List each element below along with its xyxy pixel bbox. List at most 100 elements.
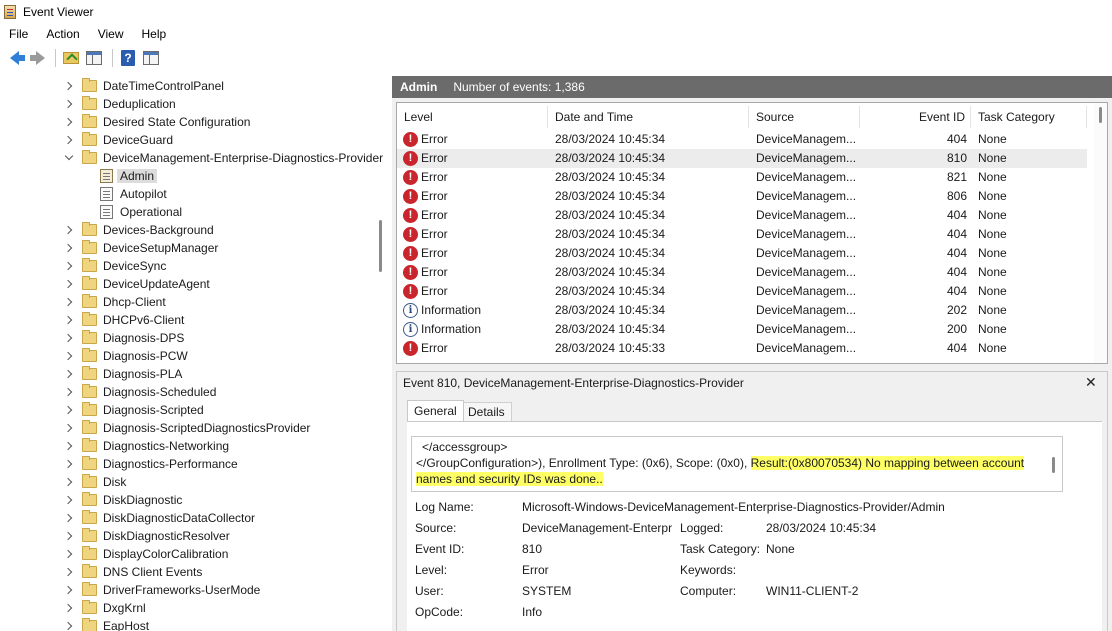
show-hide-console-tree-button[interactable] — [84, 48, 104, 68]
tree-item[interactable]: DiskDiagnosticDataCollector — [63, 509, 255, 527]
tree-item[interactable]: DxgKrnl — [63, 599, 146, 617]
tree-item[interactable]: DNS Client Events — [63, 563, 202, 581]
description-scrollbar-thumb[interactable] — [1052, 457, 1055, 473]
tree-item[interactable]: Operational — [100, 203, 182, 221]
chevron-right-icon[interactable] — [63, 135, 73, 145]
event-row[interactable]: ! Error 28/03/2024 10:45:34 DeviceManagem..… — [397, 282, 1087, 301]
chevron-right-icon[interactable] — [63, 513, 73, 523]
tree-item[interactable]: DHCPv6-Client — [63, 311, 184, 329]
chevron-down-icon[interactable] — [64, 151, 74, 161]
chevron-right-icon[interactable] — [63, 621, 73, 631]
event-list-scrollbar-thumb[interactable] — [1099, 107, 1102, 123]
column-header-event-id[interactable]: Event ID — [860, 106, 971, 128]
tree-item[interactable]: Devices-Background — [63, 221, 214, 239]
console-tree[interactable]: DateTimeControlPanel Deduplication Desired… — [0, 76, 383, 631]
chevron-right-icon[interactable] — [63, 495, 73, 505]
chevron-right-icon[interactable] — [63, 225, 73, 235]
show-hide-action-pane-button[interactable] — [141, 48, 161, 68]
chevron-right-icon[interactable] — [63, 441, 73, 451]
chevron-right-icon[interactable] — [63, 405, 73, 415]
chevron-right-icon[interactable] — [63, 297, 73, 307]
event-row[interactable]: ! Error 28/03/2024 10:45:33 DeviceManagem..… — [397, 339, 1087, 358]
event-row[interactable]: ! Error 28/03/2024 10:45:34 DeviceManagem..… — [397, 206, 1087, 225]
chevron-right-icon[interactable] — [63, 243, 73, 253]
folder-icon — [82, 564, 97, 578]
tree-item[interactable]: Admin — [100, 167, 158, 185]
chevron-right-icon[interactable] — [63, 333, 73, 343]
chevron-right-icon[interactable] — [63, 351, 73, 361]
chevron-right-icon[interactable] — [63, 531, 73, 541]
tab-details[interactable]: Details — [461, 402, 512, 422]
label-logged: Logged: — [680, 521, 724, 535]
tree-item[interactable]: Desired State Configuration — [63, 113, 250, 131]
chevron-right-icon[interactable] — [63, 315, 73, 325]
event-cell-source: DeviceManagem... — [756, 303, 857, 317]
chevron-right-icon[interactable] — [63, 261, 73, 271]
event-row[interactable]: ! Error 28/03/2024 10:45:34 DeviceManagem..… — [397, 187, 1087, 206]
tree-item[interactable]: DeviceUpdateAgent — [63, 275, 210, 293]
tree-item[interactable]: Disk — [63, 473, 126, 491]
event-row[interactable]: ! Error 28/03/2024 10:45:34 DeviceManagem..… — [397, 168, 1087, 187]
chevron-right-icon[interactable] — [63, 387, 73, 397]
chevron-right-icon[interactable] — [63, 567, 73, 577]
tree-item[interactable]: Diagnosis-ScriptedDiagnosticsProvider — [63, 419, 310, 437]
tree-item[interactable]: Diagnosis-Scripted — [63, 401, 204, 419]
up-one-level-button[interactable] — [61, 48, 81, 68]
tree-item[interactable]: DeviceSetupManager — [63, 239, 218, 257]
column-header-task-category[interactable]: Task Category — [971, 106, 1087, 128]
chevron-right-icon[interactable] — [63, 279, 73, 289]
chevron-right-icon[interactable] — [63, 81, 73, 91]
column-header-date-time[interactable]: Date and Time — [548, 106, 749, 128]
event-row[interactable]: ! Error 28/03/2024 10:45:34 DeviceManagem..… — [397, 149, 1087, 168]
tab-general[interactable]: General — [407, 400, 464, 422]
tree-item[interactable]: DisplayColorCalibration — [63, 545, 228, 563]
back-button[interactable] — [4, 48, 25, 68]
chevron-right-icon[interactable] — [63, 549, 73, 559]
chevron-right-icon[interactable] — [63, 99, 73, 109]
tree-item[interactable]: DeviceGuard — [63, 131, 173, 149]
chevron-right-icon[interactable] — [63, 585, 73, 595]
chevron-right-icon[interactable] — [63, 423, 73, 433]
event-row[interactable]: i Information 28/03/2024 10:45:34 DeviceMan… — [397, 301, 1087, 320]
event-list[interactable]: Level Date and Time Source Event ID Task… — [396, 102, 1108, 364]
chevron-right-icon[interactable] — [63, 603, 73, 613]
tree-item[interactable]: Autopilot — [100, 185, 167, 203]
event-row[interactable]: ! Error 28/03/2024 10:45:34 DeviceManagem..… — [397, 130, 1087, 149]
tree-item[interactable]: Dhcp-Client — [63, 293, 166, 311]
tree-item[interactable]: DateTimeControlPanel — [63, 77, 224, 95]
chevron-right-icon[interactable] — [63, 477, 73, 487]
event-row[interactable]: ! Error 28/03/2024 10:45:34 DeviceManagem..… — [397, 225, 1087, 244]
tree-item[interactable]: DeviceSync — [63, 257, 166, 275]
close-icon[interactable]: ✕ — [1085, 374, 1097, 391]
menu-file[interactable]: File — [0, 27, 37, 41]
event-row[interactable]: ! Error 28/03/2024 10:45:34 DeviceManagem..… — [397, 263, 1087, 282]
tree-item[interactable]: Diagnosis-Scheduled — [63, 383, 216, 401]
tree-item[interactable]: EapHost — [63, 617, 149, 631]
tree-item[interactable]: Diagnosis-PCW — [63, 347, 188, 365]
event-row[interactable]: ! Error 28/03/2024 10:45:34 DeviceManagem..… — [397, 244, 1087, 263]
event-list-scrollbar[interactable] — [1094, 103, 1107, 363]
chevron-right-icon[interactable] — [63, 369, 73, 379]
tree-item[interactable]: Diagnosis-PLA — [63, 365, 182, 383]
column-header-level[interactable]: Level — [397, 106, 548, 128]
tree-item[interactable]: DiskDiagnostic — [63, 491, 182, 509]
menu-help[interactable]: Help — [133, 27, 176, 41]
tree-item[interactable]: DriverFrameworks-UserMode — [63, 581, 260, 599]
menu-view[interactable]: View — [89, 27, 133, 41]
tree-item[interactable]: Deduplication — [63, 95, 176, 113]
error-icon: ! — [403, 265, 418, 280]
tree-item[interactable]: Diagnosis-DPS — [63, 329, 184, 347]
forward-button[interactable] — [27, 48, 47, 68]
tree-scrollbar-thumb[interactable] — [379, 220, 382, 272]
help-button[interactable]: ? — [118, 48, 138, 68]
chevron-right-icon[interactable] — [63, 459, 73, 469]
chevron-right-icon[interactable] — [63, 117, 73, 127]
tree-item[interactable]: Diagnostics-Performance — [63, 455, 238, 473]
event-description[interactable]: </accessgroup> </GroupConfiguration>), E… — [411, 436, 1063, 492]
column-header-source[interactable]: Source — [749, 106, 860, 128]
tree-item[interactable]: DeviceManagement-Enterprise-Diagnostics-… — [64, 149, 383, 167]
event-row[interactable]: i Information 28/03/2024 10:45:34 DeviceMan… — [397, 320, 1087, 339]
tree-item[interactable]: DiskDiagnosticResolver — [63, 527, 230, 545]
menu-action[interactable]: Action — [37, 27, 88, 41]
tree-item[interactable]: Diagnostics-Networking — [63, 437, 229, 455]
